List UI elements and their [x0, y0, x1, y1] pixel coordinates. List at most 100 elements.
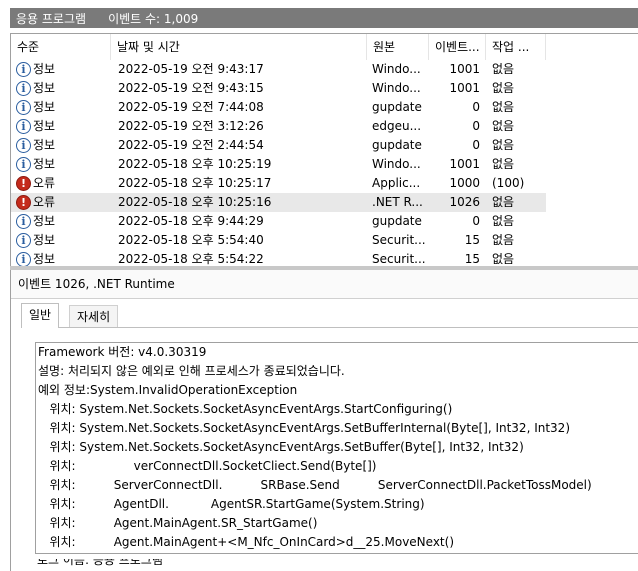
event-detail-title: 이벤트 1026, .NET Runtime — [11, 270, 638, 299]
description-line: 위치: Agent.MainAgent.SR_StartGame() — [38, 516, 318, 530]
event-task: 없음 — [492, 252, 515, 266]
event-id: 0 — [472, 119, 480, 133]
description-line: 위치: System.Net.Sockets.SocketAsyncEventA… — [38, 421, 570, 435]
info-icon: i — [16, 252, 31, 266]
event-level: 오류 — [33, 195, 56, 209]
event-task: 없음 — [492, 81, 515, 95]
description-line: 위치: System.Net.Sockets.SocketAsyncEventA… — [38, 440, 524, 454]
event-level: 정보 — [33, 100, 56, 114]
description-line: Framework 버전: v4.0.30319 — [38, 345, 207, 359]
event-datetime: 2022-05-18 오후 5:54:40 — [118, 233, 264, 247]
table-row[interactable]: i 정보 2022-05-18 오후 10:25:19 Windo... 1001 없음 — [11, 155, 546, 174]
event-datetime: 2022-05-18 오후 10:25:16 — [118, 195, 272, 209]
event-datetime: 2022-05-18 오후 10:25:17 — [118, 176, 272, 190]
error-icon: ! — [16, 176, 31, 191]
event-task: 없음 — [492, 119, 515, 133]
column-source[interactable]: 원본 — [367, 34, 429, 60]
event-source: Securit... — [372, 233, 426, 247]
description-line: 설명: 처리되지 않은 예외로 인해 프로세스가 종료되었습니다. — [38, 364, 345, 378]
event-level: 정보 — [33, 157, 56, 171]
event-log-name-row: 로그 이름: 응용 프로그램 — [35, 559, 638, 571]
event-task: 없음 — [492, 100, 515, 114]
table-row[interactable]: ! 오류 2022-05-18 오후 10:25:16 .NET R... 1026 없음 — [11, 193, 546, 212]
event-list[interactable]: 수준 날짜 및 시간 원본 이벤트... 작업 ... i 정보 2022-05-1… — [10, 33, 638, 267]
event-detail-pane: 이벤트 1026, .NET Runtime 일반 자세히 위치: Agent.… — [10, 270, 638, 571]
event-id: 1026 — [449, 195, 480, 209]
error-icon: ! — [16, 195, 31, 210]
event-id: 15 — [464, 233, 480, 247]
tab-general[interactable]: 일반 — [21, 303, 60, 328]
description-line: 위치: AgentDll. AgentSR.StartGame(System.S… — [38, 497, 425, 511]
description-line: 위치: ServerConnectDll. SRBase.Send Server… — [38, 478, 592, 492]
event-id: 0 — [472, 100, 480, 114]
event-source: gupdate — [372, 138, 422, 152]
event-level: 정보 — [33, 119, 56, 133]
event-level: 정보 — [33, 252, 56, 266]
event-source: gupdate — [372, 214, 422, 228]
table-row[interactable]: i 정보 2022-05-19 오전 7:44:08 gupdate 0 없음 — [11, 98, 546, 117]
info-icon: i — [16, 81, 31, 96]
event-task: 없음 — [492, 214, 515, 228]
event-task: 없음 — [492, 233, 515, 247]
event-id: 0 — [472, 138, 480, 152]
event-source: Windo... — [372, 62, 421, 76]
event-id: 1000 — [449, 176, 480, 190]
event-source: Applic... — [372, 176, 421, 190]
description-line: 위치: Agent.MainAgent+<M_Nfc_OnInCard>d__2… — [38, 535, 454, 549]
event-level: 정보 — [33, 214, 56, 228]
event-id: 0 — [472, 214, 480, 228]
table-row[interactable]: i 정보 2022-05-18 오후 5:54:40 Securit... 15 없음 — [11, 231, 546, 250]
event-source: edgeu... — [372, 119, 422, 133]
event-source: .NET R... — [372, 195, 423, 209]
event-datetime: 2022-05-19 오전 3:12:26 — [118, 119, 264, 133]
event-level: 정보 — [33, 233, 56, 247]
info-icon: i — [16, 157, 31, 172]
event-level: 정보 — [33, 81, 56, 95]
tab-underline — [21, 327, 638, 328]
log-name: 응용 프로그램 — [16, 11, 87, 26]
event-description-box[interactable]: 위치: Agent.MainAgent+<M_Nfc_OnInCard>d__2… — [35, 342, 638, 554]
event-task: 없음 — [492, 138, 515, 152]
event-id: 1001 — [449, 62, 480, 76]
event-source: Windo... — [372, 81, 421, 95]
info-icon: i — [16, 62, 31, 77]
table-row[interactable]: i 정보 2022-05-19 오전 9:43:17 Windo... 1001 없음 — [11, 60, 546, 79]
table-row[interactable]: i 정보 2022-05-19 오전 9:43:15 Windo... 1001 없음 — [11, 79, 546, 98]
info-icon: i — [16, 233, 31, 248]
event-datetime: 2022-05-18 오후 10:25:19 — [118, 157, 272, 171]
description-line: 위치: ServerConnectDll.SocketCliect.Send(B… — [38, 459, 377, 473]
event-source: Windo... — [372, 157, 421, 171]
column-event-id[interactable]: 이벤트... — [429, 34, 486, 60]
left-edge — [0, 28, 10, 571]
info-icon: i — [16, 100, 31, 115]
event-datetime: 2022-05-19 오전 7:44:08 — [118, 100, 264, 114]
table-row[interactable]: i 정보 2022-05-19 오전 3:12:26 edgeu... 0 없음 — [11, 117, 546, 136]
info-icon: i — [16, 214, 31, 229]
column-level[interactable]: 수준 — [11, 34, 111, 60]
description-line: 예외 정보:System.InvalidOperationException — [38, 383, 298, 397]
event-count: 이벤트 수: 1,009 — [108, 11, 199, 26]
table-row[interactable]: i 정보 2022-05-19 오전 2:44:54 gupdate 0 없음 — [11, 136, 546, 155]
event-source: Securit... — [372, 252, 426, 266]
tab-details[interactable]: 자세히 — [69, 305, 119, 328]
event-level: 정보 — [33, 138, 56, 152]
event-task: 없음 — [492, 62, 515, 76]
column-task[interactable]: 작업 ... — [486, 34, 546, 60]
event-id: 1001 — [449, 81, 480, 95]
table-row[interactable]: i 정보 2022-05-18 오후 9:44:29 gupdate 0 없음 — [11, 212, 546, 231]
event-level: 정보 — [33, 62, 56, 76]
event-task: (100) — [492, 176, 525, 190]
info-icon: i — [16, 138, 31, 153]
table-row[interactable]: i 정보 2022-05-18 오후 5:54:22 Securit... 15 없음 — [11, 250, 546, 266]
log-header-bar: 응용 프로그램 이벤트 수: 1,009 — [10, 8, 638, 28]
event-datetime: 2022-05-19 오전 9:43:17 — [118, 62, 264, 76]
event-datetime: 2022-05-18 오후 5:54:22 — [118, 252, 264, 266]
column-datetime[interactable]: 날짜 및 시간 — [111, 34, 367, 60]
event-task: 없음 — [492, 157, 515, 171]
event-datetime: 2022-05-18 오후 9:44:29 — [118, 214, 264, 228]
event-datetime: 2022-05-19 오전 2:44:54 — [118, 138, 264, 152]
redaction — [104, 457, 134, 476]
event-source: gupdate — [372, 100, 422, 114]
info-icon: i — [16, 119, 31, 134]
table-row[interactable]: ! 오류 2022-05-18 오후 10:25:17 Applic... 1000 (1… — [11, 174, 546, 193]
